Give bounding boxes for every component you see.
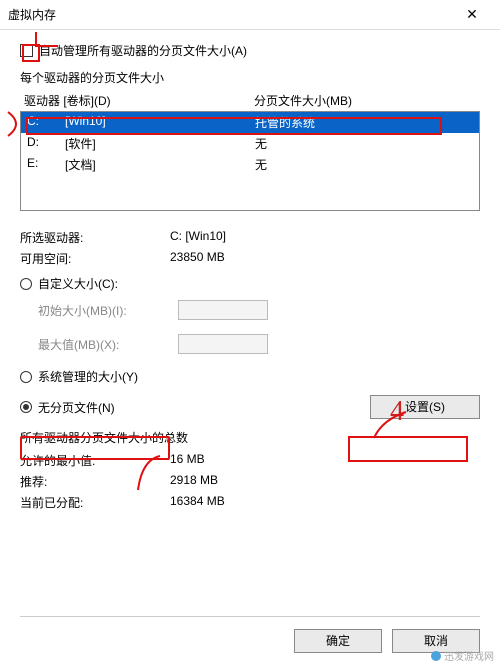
drive-label: [文档] bbox=[65, 156, 255, 173]
initial-size-row: 初始大小(MB)(I): bbox=[38, 300, 480, 320]
dialog-content: 自动管理所有驱动器的分页文件大小(A) 每个驱动器的分页文件大小 驱动器 [卷标… bbox=[0, 30, 500, 523]
max-size-row: 最大值(MB)(X): bbox=[38, 334, 480, 354]
drive-row-d[interactable]: D: [软件] 无 bbox=[21, 133, 479, 154]
auto-manage-label: 自动管理所有驱动器的分页文件大小(A) bbox=[39, 42, 247, 59]
no-paging-radio-row[interactable]: 无分页文件(N) bbox=[20, 399, 370, 416]
max-size-input bbox=[178, 334, 268, 354]
free-space-value: 23850 MB bbox=[170, 250, 480, 267]
system-managed-radio[interactable] bbox=[20, 371, 32, 383]
custom-size-radio-row[interactable]: 自定义大小(C): bbox=[20, 275, 480, 292]
col-size-header: 分页文件大小(MB) bbox=[254, 92, 476, 109]
initial-size-input bbox=[178, 300, 268, 320]
no-paging-label: 无分页文件(N) bbox=[38, 399, 115, 416]
no-paging-radio[interactable] bbox=[20, 401, 32, 413]
recommended-row: 推荐: 2918 MB bbox=[20, 473, 480, 490]
drive-letter: C: bbox=[27, 114, 65, 131]
drive-size: 托管的系统 bbox=[255, 114, 473, 131]
min-size-row: 允许的最小值: 16 MB bbox=[20, 452, 480, 469]
set-button[interactable]: 设置(S) bbox=[370, 395, 480, 419]
drive-size: 无 bbox=[255, 156, 473, 173]
system-managed-radio-row[interactable]: 系统管理的大小(Y) bbox=[20, 368, 480, 385]
watermark-icon bbox=[431, 651, 441, 661]
custom-size-radio[interactable] bbox=[20, 278, 32, 290]
min-size-value: 16 MB bbox=[170, 452, 480, 469]
selected-drive-label: 所选驱动器: bbox=[20, 229, 170, 246]
allocated-row: 当前已分配: 16384 MB bbox=[20, 494, 480, 511]
drive-row-c[interactable]: C: [Win10] 托管的系统 bbox=[21, 112, 479, 133]
totals-heading: 所有驱动器分页文件大小的总数 bbox=[20, 429, 480, 446]
ok-button[interactable]: 确定 bbox=[294, 629, 382, 653]
window-title: 虚拟内存 bbox=[8, 6, 452, 23]
col-drive-header: 驱动器 [卷标](D) bbox=[24, 92, 254, 109]
initial-size-label: 初始大小(MB)(I): bbox=[38, 302, 178, 319]
drive-letter: E: bbox=[27, 156, 65, 173]
selected-drive-value: C: [Win10] bbox=[170, 229, 480, 246]
system-managed-label: 系统管理的大小(Y) bbox=[38, 368, 138, 385]
drive-section-heading: 每个驱动器的分页文件大小 bbox=[20, 69, 480, 86]
recommended-label: 推荐: bbox=[20, 473, 170, 490]
auto-manage-row[interactable]: 自动管理所有驱动器的分页文件大小(A) bbox=[20, 42, 480, 59]
drive-label: [软件] bbox=[65, 135, 255, 152]
titlebar: 虚拟内存 ✕ bbox=[0, 0, 500, 30]
drive-list[interactable]: C: [Win10] 托管的系统 D: [软件] 无 E: [文档] 无 bbox=[20, 111, 480, 211]
allocated-label: 当前已分配: bbox=[20, 494, 170, 511]
selected-drive-row: 所选驱动器: C: [Win10] bbox=[20, 229, 480, 246]
dialog-buttons: 确定 取消 bbox=[20, 616, 480, 653]
recommended-value: 2918 MB bbox=[170, 473, 480, 490]
free-space-label: 可用空间: bbox=[20, 250, 170, 267]
drive-label: [Win10] bbox=[65, 114, 255, 131]
watermark: 迅发游戏网 bbox=[431, 648, 494, 663]
close-icon[interactable]: ✕ bbox=[452, 6, 492, 23]
max-size-label: 最大值(MB)(X): bbox=[38, 336, 178, 353]
auto-manage-checkbox[interactable] bbox=[20, 44, 33, 57]
watermark-text: 迅发游戏网 bbox=[444, 648, 494, 663]
column-headers: 驱动器 [卷标](D) 分页文件大小(MB) bbox=[20, 92, 480, 109]
drive-letter: D: bbox=[27, 135, 65, 152]
free-space-row: 可用空间: 23850 MB bbox=[20, 250, 480, 267]
allocated-value: 16384 MB bbox=[170, 494, 480, 511]
drive-row-e[interactable]: E: [文档] 无 bbox=[21, 154, 479, 175]
min-size-label: 允许的最小值: bbox=[20, 452, 170, 469]
custom-size-label: 自定义大小(C): bbox=[38, 275, 118, 292]
drive-size: 无 bbox=[255, 135, 473, 152]
